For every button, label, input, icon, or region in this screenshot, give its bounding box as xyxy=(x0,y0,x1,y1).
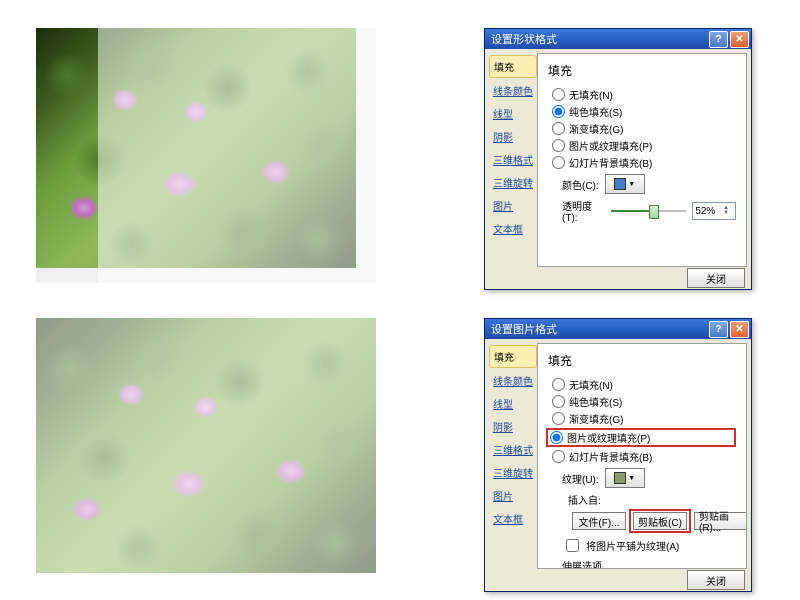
radio-picture-fill[interactable] xyxy=(550,431,563,444)
color-picker[interactable]: ▼ xyxy=(605,174,645,194)
tab-picture[interactable]: 图片 xyxy=(489,195,537,216)
insert-from-label: 插入自: xyxy=(568,492,736,507)
clipboard-button[interactable]: 剪贴板(C) xyxy=(633,512,687,530)
slide-canvas-top xyxy=(36,28,376,283)
tab-line-color[interactable]: 线条颜色 xyxy=(489,370,537,391)
transparency-label: 透明度(T): xyxy=(562,198,605,224)
chevron-down-icon: ▼ xyxy=(628,475,635,482)
format-picture-dialog: 设置图片格式 ? ✕ 填充 线条颜色 线型 阴影 三维格式 三维旋转 图片 文本… xyxy=(484,318,752,592)
file-button[interactable]: 文件(F)... xyxy=(572,512,626,530)
close-button[interactable]: 关闭 xyxy=(687,570,745,590)
dialog-title: 设置图片格式 xyxy=(491,321,707,337)
tab-picture[interactable]: 图片 xyxy=(489,485,537,506)
tab-3d-rotation[interactable]: 三维旋转 xyxy=(489,172,537,193)
category-tabs: 填充 线条颜色 线型 阴影 三维格式 三维旋转 图片 文本框 xyxy=(485,339,537,569)
tab-fill[interactable]: 填充 xyxy=(489,345,537,368)
tab-line-style[interactable]: 线型 xyxy=(489,103,537,124)
texture-label: 纹理(U): xyxy=(562,471,599,486)
tab-fill[interactable]: 填充 xyxy=(489,55,537,78)
radio-solid-fill[interactable] xyxy=(552,395,565,408)
clipart-button[interactable]: 剪贴画(R)... xyxy=(694,512,747,530)
tab-textbox[interactable]: 文本框 xyxy=(489,218,537,239)
photo-bottom xyxy=(36,318,376,573)
radio-picture-fill[interactable] xyxy=(552,139,565,152)
tab-shadow[interactable]: 阴影 xyxy=(489,126,537,147)
radio-gradient-fill[interactable] xyxy=(552,412,565,425)
tab-3d-format[interactable]: 三维格式 xyxy=(489,149,537,170)
transparency-spinner[interactable]: 52%▲▼ xyxy=(692,202,736,220)
tab-textbox[interactable]: 文本框 xyxy=(489,508,537,529)
texture-picker[interactable]: ▼ xyxy=(605,468,645,488)
overlay-bottom xyxy=(36,318,376,573)
overlay-top xyxy=(98,28,376,283)
fill-panel: 填充 无填充(N) 纯色填充(S) 渐变填充(G) 图片或纹理填充(P) 幻灯片… xyxy=(537,343,747,569)
chevron-down-icon: ▼ xyxy=(628,181,635,188)
panel-title: 填充 xyxy=(548,62,736,79)
help-button[interactable]: ? xyxy=(709,31,728,48)
tab-line-style[interactable]: 线型 xyxy=(489,393,537,414)
transparency-slider[interactable] xyxy=(611,204,686,218)
close-icon[interactable]: ✕ xyxy=(730,321,749,338)
tab-shadow[interactable]: 阴影 xyxy=(489,416,537,437)
tab-3d-rotation[interactable]: 三维旋转 xyxy=(489,462,537,483)
radio-gradient-fill[interactable] xyxy=(552,122,565,135)
tile-checkbox[interactable] xyxy=(566,539,579,552)
tab-3d-format[interactable]: 三维格式 xyxy=(489,439,537,460)
titlebar[interactable]: 设置图片格式 ? ✕ xyxy=(485,319,751,339)
tab-line-color[interactable]: 线条颜色 xyxy=(489,80,537,101)
color-label: 颜色(C): xyxy=(562,177,599,192)
titlebar[interactable]: 设置形状格式 ? ✕ xyxy=(485,29,751,49)
radio-solid-fill[interactable] xyxy=(552,105,565,118)
close-icon[interactable]: ✕ xyxy=(730,31,749,48)
help-button[interactable]: ? xyxy=(709,321,728,338)
radio-no-fill[interactable] xyxy=(552,88,565,101)
stretch-header: 伸展选项 xyxy=(562,558,736,569)
fill-panel: 填充 无填充(N) 纯色填充(S) 渐变填充(G) 图片或纹理填充(P) 幻灯片… xyxy=(537,53,747,267)
close-button[interactable]: 关闭 xyxy=(687,268,745,288)
radio-slide-bg-fill[interactable] xyxy=(552,450,565,463)
radio-slide-bg-fill[interactable] xyxy=(552,156,565,169)
radio-no-fill[interactable] xyxy=(552,378,565,391)
dialog-title: 设置形状格式 xyxy=(491,31,707,47)
format-shape-dialog: 设置形状格式 ? ✕ 填充 线条颜色 线型 阴影 三维格式 三维旋转 图片 文本… xyxy=(484,28,752,290)
category-tabs: 填充 线条颜色 线型 阴影 三维格式 三维旋转 图片 文本框 xyxy=(485,49,537,267)
panel-title: 填充 xyxy=(548,352,736,369)
